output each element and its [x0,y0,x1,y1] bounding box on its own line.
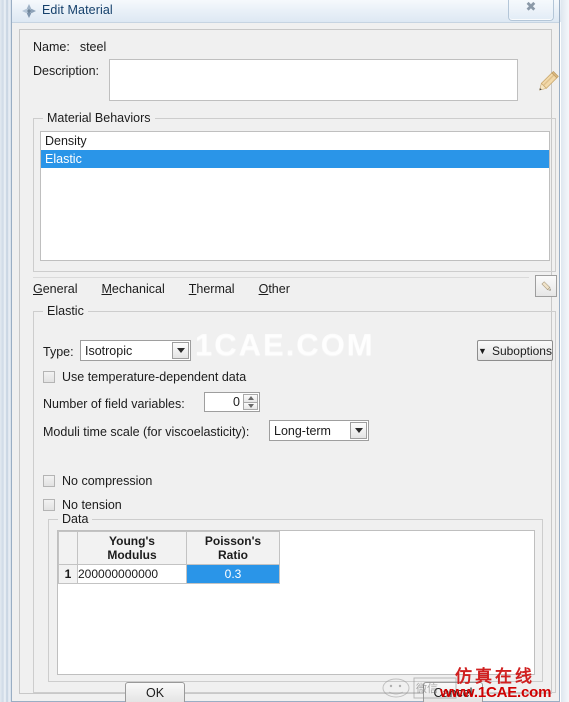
cell-youngs-modulus[interactable]: 200000000000 [77,564,187,584]
column-header-youngs-modulus[interactable]: Young's Modulus [77,531,187,565]
column-header-poissons-ratio[interactable]: Poisson's Ratio [186,531,280,565]
menu-mechanical-rest: echanical [111,282,165,296]
no-compression-row[interactable]: No compression [43,474,152,488]
menu-general-mnemonic: G [33,282,43,296]
material-name-value[interactable]: steel [80,40,106,54]
menu-thermal[interactable]: Thermal [189,282,235,296]
table-row[interactable]: 1 200000000000 0.3 [58,564,280,584]
number-of-field-variables-value: 0 [233,395,240,409]
no-tension-checkbox[interactable] [43,499,55,511]
youngs-modulus-line2: Modulus [107,548,157,562]
menu-thermal-rest: hermal [196,282,235,296]
table-corner-header [58,531,78,565]
suboptions-button[interactable]: ▼ Suboptions [477,340,553,361]
dialog-button-bar: OK Cancel [12,672,561,702]
elastic-group-title: Elastic [43,304,88,318]
edit-behavior-button[interactable] [535,275,557,297]
stepper-up-icon[interactable] [243,394,258,403]
edit-material-dialog: Edit Material ✖ Name: steel Description: [11,0,560,702]
poissons-ratio-line1: Poisson's [204,534,262,548]
dialog-title: Edit Material [42,3,113,17]
description-input[interactable] [109,59,518,101]
type-select[interactable]: Isotropic [80,340,191,361]
moduli-time-scale-value: Long-term [274,423,331,438]
list-item-density[interactable]: Density [41,132,549,150]
data-table[interactable]: Young's Modulus Poisson's Ratio 1 200000… [57,530,535,675]
number-of-field-variables-label: Number of field variables: [43,397,185,411]
material-behaviors-title: Material Behaviors [43,111,155,125]
youngs-modulus-line1: Young's [109,534,155,548]
moduli-time-scale-label: Moduli time scale (for viscoelasticity): [43,425,250,439]
suboptions-label: Suboptions [491,343,552,358]
table-header-row: Young's Modulus Poisson's Ratio [58,531,280,565]
chevron-down-icon: ▼ [478,345,487,356]
cell-poissons-ratio[interactable]: 0.3 [186,564,280,584]
use-temperature-dependent-data-row[interactable]: Use temperature-dependent data [43,370,246,384]
data-group-title: Data [58,512,93,526]
use-temperature-dependent-data-label: Use temperature-dependent data [62,370,247,384]
close-button[interactable]: ✖ [508,0,554,21]
number-of-field-variables-stepper[interactable]: 0 [204,392,260,412]
pencil-icon [540,280,551,291]
elastic-data-table: Young's Modulus Poisson's Ratio 1 200000… [58,531,280,584]
data-group: Data Young's Modulus Poisson's Ratio 1 2… [48,512,543,682]
no-tension-label: No tension [62,498,122,512]
elastic-group: Elastic Type: Isotropic ▼ Suboptions Use… [33,304,556,693]
no-tension-row[interactable]: No tension [43,498,122,512]
type-label: Type: [43,345,74,359]
menu-general[interactable]: General [33,282,77,296]
use-temperature-dependent-data-checkbox[interactable] [43,371,55,383]
menu-other-rest: ther [268,282,290,296]
list-item-elastic[interactable]: Elastic [41,150,549,168]
dialog-body: Name: steel Description: Material Behavi… [19,29,559,694]
menu-general-rest: eneral [42,282,78,296]
menu-mechanical[interactable]: Mechanical [101,282,164,296]
row-number: 1 [58,564,78,584]
moduli-time-scale-select[interactable]: Long-term [269,420,369,441]
type-select-value: Isotropic [85,343,133,358]
screenshot-root: Edit Material ✖ Name: steel Description: [0,0,569,702]
abaqus-diamond-icon [21,3,37,19]
description-label: Description: [33,64,99,78]
chevron-down-icon[interactable] [350,422,367,439]
ok-button[interactable]: OK [125,682,185,702]
desktop-background-right [561,0,569,702]
close-icon: ✖ [525,0,537,15]
no-compression-checkbox[interactable] [43,475,55,487]
menu-mechanical-mnemonic: M [101,282,112,296]
material-behaviors-group: Material Behaviors Density Elastic [33,111,556,272]
stepper-down-icon[interactable] [243,402,258,410]
name-label: Name: [33,40,70,54]
stepper-buttons[interactable] [243,394,258,410]
name-row: Name: steel [33,40,106,54]
menu-other-mnemonic: O [258,282,269,296]
cancel-button[interactable]: Cancel [423,682,483,702]
no-compression-label: No compression [62,474,153,488]
material-behaviors-list[interactable]: Density Elastic [40,131,550,261]
poissons-ratio-line2: Ratio [218,548,248,562]
dialog-titlebar[interactable]: Edit Material ✖ [12,0,559,23]
edit-description-pencil-icon[interactable] [533,68,561,96]
menu-other[interactable]: Other [259,282,290,296]
behavior-menubar: General Mechanical Thermal Other [33,277,529,300]
chevron-down-icon[interactable] [172,342,189,359]
